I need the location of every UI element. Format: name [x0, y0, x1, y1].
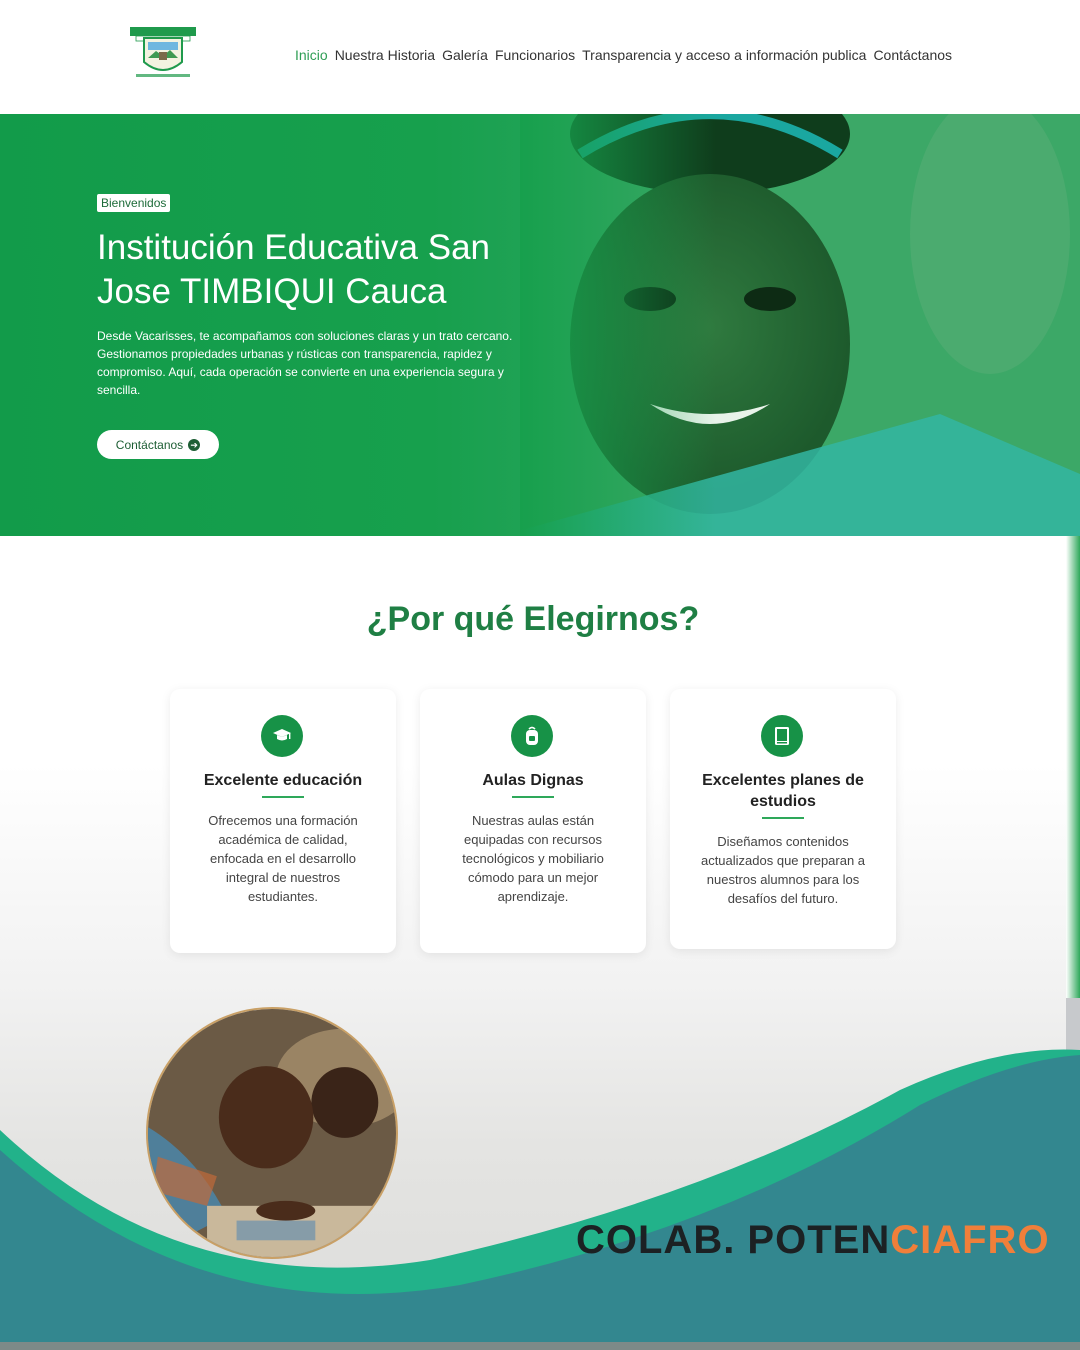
book-icon: [761, 715, 803, 757]
feature-card-text: Nuestras aulas están equipadas con recur…: [462, 813, 604, 904]
brand-part1: COLAB. POTEN: [576, 1218, 891, 1262]
nav-funcionarios[interactable]: Funcionarios: [495, 47, 575, 63]
contact-button[interactable]: Contáctanos ➔: [97, 430, 219, 459]
hero-title: Institución Educativa San Jose TIMBIQUI …: [97, 226, 557, 314]
backpack-icon: [511, 715, 553, 757]
hero-banner: Bienvenidos Institución Educativa San Jo…: [0, 114, 1080, 536]
site-header: Inicio Nuestra Historia Galería Funciona…: [0, 0, 1080, 114]
feature-card-education: Excelente educación Ofrecemos una formac…: [170, 689, 396, 953]
feature-card-title: Aulas Dignas: [482, 772, 584, 789]
children-studying-photo: [146, 1007, 398, 1259]
feature-card-text: Diseñamos contenidos actualizados que pr…: [700, 834, 866, 906]
feature-card-classrooms: Aulas Dignas Nuestras aulas están equipa…: [420, 689, 646, 953]
contact-button-label: Contáctanos: [115, 437, 184, 452]
school-logo[interactable]: [126, 24, 200, 86]
title-underline: [262, 796, 304, 798]
feature-card-title: Excelentes planes de estudios: [702, 772, 864, 810]
main-nav: Inicio Nuestra Historia Galería Funciona…: [295, 47, 952, 63]
title-underline: [512, 796, 554, 798]
nav-transparencia[interactable]: Transparencia y acceso a información pub…: [582, 47, 866, 63]
hero-title-line1: Institución Educativa San: [97, 228, 491, 267]
feature-card-title: Excelente educación: [203, 772, 363, 789]
why-title: ¿Por qué Elegirnos?: [366, 600, 700, 638]
bottom-bar: [0, 1342, 1080, 1350]
hero-title-line2: Jose TIMBIQUI Cauca: [97, 272, 447, 311]
graduation-cap-icon: [261, 715, 303, 757]
feature-card-text: Ofrecemos una formación académica de cal…: [208, 813, 358, 904]
nav-nuestra-historia[interactable]: Nuestra Historia: [335, 47, 435, 63]
nav-galeria[interactable]: Galería: [442, 47, 488, 63]
right-edge-strip: [1066, 536, 1080, 998]
brand-watermark: COLAB. POTENCIAFRO: [576, 1218, 1050, 1263]
title-underline: [762, 817, 804, 819]
nav-inicio[interactable]: Inicio: [295, 47, 328, 63]
brand-part2: CIAFRO: [890, 1218, 1050, 1262]
welcome-badge: Bienvenidos: [97, 194, 171, 212]
hero-description: Desde Vacarisses, te acompañamos con sol…: [97, 329, 513, 397]
hero-girl-photo: [520, 114, 1080, 536]
nav-contactanos[interactable]: Contáctanos: [873, 47, 952, 63]
arrow-right-circle-icon: ➔: [188, 438, 201, 451]
feature-card-curriculum: Excelentes planes de estudios Diseñamos …: [670, 689, 896, 949]
